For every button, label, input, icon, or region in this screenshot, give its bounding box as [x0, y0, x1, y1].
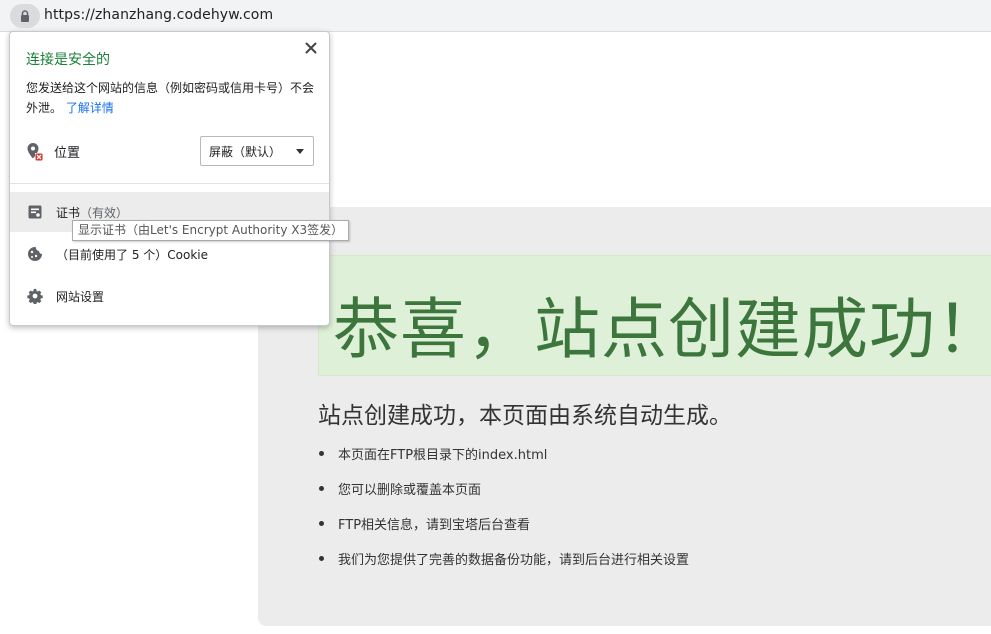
certificate-text: 证书	[56, 205, 81, 220]
connection-secure-title: 连接是安全的	[26, 52, 110, 68]
certificate-label: 证书（有效）	[56, 204, 128, 221]
permission-label: 位置	[54, 146, 81, 161]
cookie-icon	[26, 245, 44, 263]
bullet-dot	[319, 521, 324, 526]
page-subtitle: 站点创建成功，本页面由系统自动生成。	[318, 403, 732, 429]
hero-title: 恭喜，站点创建成功！	[333, 291, 991, 368]
certificate-icon	[26, 203, 44, 221]
list-item: 本页面在FTP根目录下的index.html	[318, 436, 689, 471]
bullet-dot	[319, 556, 324, 561]
gear-icon	[26, 287, 44, 305]
close-button[interactable]	[301, 38, 321, 58]
certificate-status: （有效）	[80, 205, 129, 220]
site-info-popup: 连接是安全的 您发送给这个网站的信息（例如密码或信用卡号）不会外泄。 了解详情 …	[9, 31, 330, 326]
cookie-label: （目前使用了 5 个）Cookie	[56, 247, 208, 262]
lock-icon	[20, 7, 30, 26]
info-list: 本页面在FTP根目录下的index.html 您可以删除或覆盖本页面 FTP相关…	[318, 436, 689, 576]
list-item: 您可以删除或覆盖本页面	[318, 471, 689, 506]
location-blocked-icon	[26, 142, 44, 162]
site-settings-item[interactable]: 网站设置	[10, 276, 329, 316]
site-settings-label: 网站设置	[56, 289, 105, 304]
list-item-text: 您可以删除或覆盖本页面	[338, 483, 482, 498]
list-item: FTP相关信息，请到宝塔后台查看	[318, 506, 689, 541]
permission-row-location: 位置 屏蔽（默认）	[26, 136, 322, 166]
chevron-down-icon	[296, 149, 304, 154]
list-item-text: FTP相关信息，请到宝塔后台查看	[338, 518, 531, 533]
address-bar: https://zhanzhang.codehyw.com	[0, 0, 991, 32]
close-icon	[305, 39, 317, 58]
list-item: 我们为您提供了完善的数据备份功能，请到后台进行相关设置	[318, 541, 689, 576]
divider	[10, 183, 329, 184]
list-item-text: 本页面在FTP根目录下的index.html	[338, 448, 548, 463]
list-item-text: 我们为您提供了完善的数据备份功能，请到后台进行相关设置	[338, 553, 690, 568]
bullet-dot	[319, 451, 324, 456]
site-info-button[interactable]	[10, 4, 40, 28]
url-field[interactable]: https://zhanzhang.codehyw.com	[44, 7, 273, 23]
connection-description: 您发送给这个网站的信息（例如密码或信用卡号）不会外泄。 了解详情	[26, 78, 322, 118]
select-value: 屏蔽（默认）	[209, 144, 282, 159]
bullet-dot	[319, 486, 324, 491]
hero-banner: 恭喜，站点创建成功！	[318, 255, 991, 376]
learn-more-link[interactable]: 了解详情	[66, 101, 114, 115]
location-permission-select[interactable]: 屏蔽（默认）	[200, 136, 314, 166]
certificate-tooltip: 显示证书（由Let's Encrypt Authority X3签发）	[72, 220, 350, 241]
